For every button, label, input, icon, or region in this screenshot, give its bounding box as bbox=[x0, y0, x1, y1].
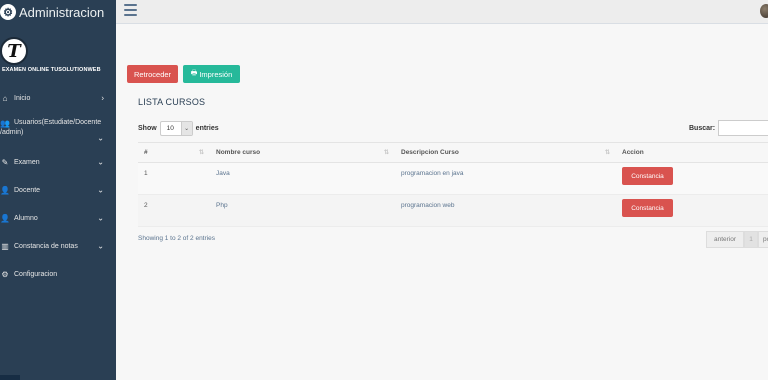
sidebar-item-label: Configuracion bbox=[14, 270, 58, 278]
page-title: LISTA CURSOS bbox=[138, 97, 206, 107]
chevron-down-icon: ⌄ bbox=[97, 185, 104, 195]
pagination: anterior 1 posterior bbox=[706, 231, 768, 248]
sidebar-item-docente[interactable]: 👤 Docente ⌄ bbox=[0, 176, 116, 204]
cell-name: Php bbox=[210, 194, 395, 227]
chevron-down-icon: ⌄ bbox=[97, 213, 104, 223]
sidebar-item-label-line2: /admin) bbox=[0, 129, 24, 136]
constancia-button[interactable]: Constancia bbox=[622, 199, 673, 217]
sort-icon: ⇅ bbox=[383, 150, 389, 156]
sidebar-item-examen[interactable]: ✎ Examen ⌄ bbox=[0, 148, 116, 176]
chevron-down-icon: ⌄ bbox=[97, 133, 104, 143]
print-button[interactable]: 🖶 Impresión bbox=[183, 65, 240, 83]
top-nav bbox=[116, 0, 768, 24]
sort-icon: ⇅ bbox=[604, 150, 610, 156]
table-info: Showing 1 to 2 of 2 entries bbox=[138, 235, 215, 242]
sidebar-item-label-line1: Usuarios(Estudiate/Docente bbox=[14, 119, 102, 126]
bar-chart-icon: ▥ bbox=[1, 241, 9, 251]
cell-action: Constancia bbox=[616, 194, 768, 227]
sidebar-footer bbox=[0, 375, 20, 380]
profile-logo: T bbox=[0, 37, 28, 65]
column-header-num[interactable]: # ⇅ bbox=[138, 142, 210, 163]
table-header-row: # ⇅ Nombre curso ⇅ Descripcion Curso ⇅ Acci… bbox=[138, 142, 768, 163]
column-header-name[interactable]: Nombre curso ⇅ bbox=[210, 142, 395, 163]
pagination-next[interactable]: posterior bbox=[758, 231, 768, 248]
edit-icon: ✎ bbox=[1, 157, 9, 167]
cell-description: programacion en java bbox=[395, 162, 616, 195]
home-icon: ⌂ bbox=[2, 93, 8, 103]
show-label: Show bbox=[138, 125, 157, 132]
table-row: 1 Java programacion en java Constancia bbox=[138, 162, 768, 195]
sidebar-item-constancia[interactable]: ▥ Constancia de notas ⌄ bbox=[0, 232, 116, 260]
entries-label: entries bbox=[195, 125, 219, 132]
chevron-right-icon: › bbox=[101, 93, 104, 103]
brand-title: Administracion bbox=[19, 4, 105, 20]
user-icon: 👤 bbox=[0, 185, 10, 195]
chevron-down-icon: ⌄ bbox=[180, 122, 192, 135]
cell-num: 2 bbox=[138, 194, 210, 227]
column-header-description[interactable]: Descripcion Curso ⇅ bbox=[395, 142, 616, 163]
page-size-value: 10 bbox=[166, 125, 174, 132]
back-button[interactable]: Retroceder bbox=[127, 65, 178, 83]
constancia-button[interactable]: Constancia bbox=[622, 167, 673, 185]
search-input[interactable] bbox=[718, 120, 768, 136]
sidebar-item-label: Alumno bbox=[14, 214, 38, 222]
sidebar-item-label: Inicio bbox=[14, 94, 31, 102]
pagination-page[interactable]: 1 bbox=[744, 231, 758, 248]
page-size-select[interactable]: 10 ⌄ bbox=[159, 121, 193, 136]
table-row: 2 Php programacion web Constancia bbox=[138, 194, 768, 227]
cell-description: programacion web bbox=[395, 194, 616, 227]
sidebar: ⚙ Administracion T EXAMEN ONLINE TUSOLUT… bbox=[0, 0, 116, 380]
profile-name: EXAMEN ONLINE TUSOLUTIONWEB bbox=[2, 67, 101, 73]
cell-name: Java bbox=[210, 162, 395, 195]
sort-numeric-icon: ⇅ bbox=[198, 150, 204, 156]
gear-icon: ⚙ bbox=[0, 4, 16, 20]
courses-table: # ⇅ Nombre curso ⇅ Descripcion Curso ⇅ Acci… bbox=[138, 142, 768, 227]
users-icon: 👥 bbox=[0, 118, 10, 128]
sidebar-item-inicio[interactable]: ⌂ Inicio › bbox=[0, 84, 116, 112]
sidebar-item-configuracion[interactable]: ⚙ Configuracion bbox=[0, 260, 116, 288]
search-label: Buscar: bbox=[689, 124, 716, 132]
print-icon: 🖶 bbox=[190, 69, 198, 77]
sidebar-item-alumno[interactable]: 👤 Alumno ⌄ bbox=[0, 204, 116, 232]
page-size-control: Show 10 ⌄ entries bbox=[138, 121, 219, 136]
pagination-prev[interactable]: anterior bbox=[706, 231, 744, 248]
chevron-down-icon: ⌄ bbox=[97, 241, 104, 251]
user-icon: 👤 bbox=[0, 213, 10, 223]
sidebar-item-label: Constancia de notas bbox=[14, 242, 78, 250]
gear-icon: ⚙ bbox=[1, 269, 9, 279]
menu-toggle-icon[interactable] bbox=[124, 4, 137, 16]
sidebar-menu: ⌂ Inicio › 👥 Usuarios(Estudiate/Docente /… bbox=[0, 84, 116, 288]
column-header-action[interactable]: Accion bbox=[616, 142, 768, 163]
sidebar-item-label: Usuarios(Estudiate/Docente/admin) bbox=[0, 118, 102, 138]
print-button-label: Impresión bbox=[199, 69, 233, 79]
brand[interactable]: ⚙ Administracion bbox=[0, 0, 116, 24]
search-control: Buscar: bbox=[689, 120, 768, 136]
avatar[interactable] bbox=[760, 4, 768, 18]
sidebar-item-label: Docente bbox=[14, 186, 41, 194]
cell-action: Constancia bbox=[616, 162, 768, 195]
chevron-down-icon: ⌄ bbox=[97, 157, 104, 167]
sidebar-item-usuarios[interactable]: 👥 Usuarios(Estudiate/Docente/admin) ⌄ bbox=[0, 112, 116, 148]
cell-num: 1 bbox=[138, 162, 210, 195]
sidebar-item-label: Examen bbox=[14, 158, 40, 166]
